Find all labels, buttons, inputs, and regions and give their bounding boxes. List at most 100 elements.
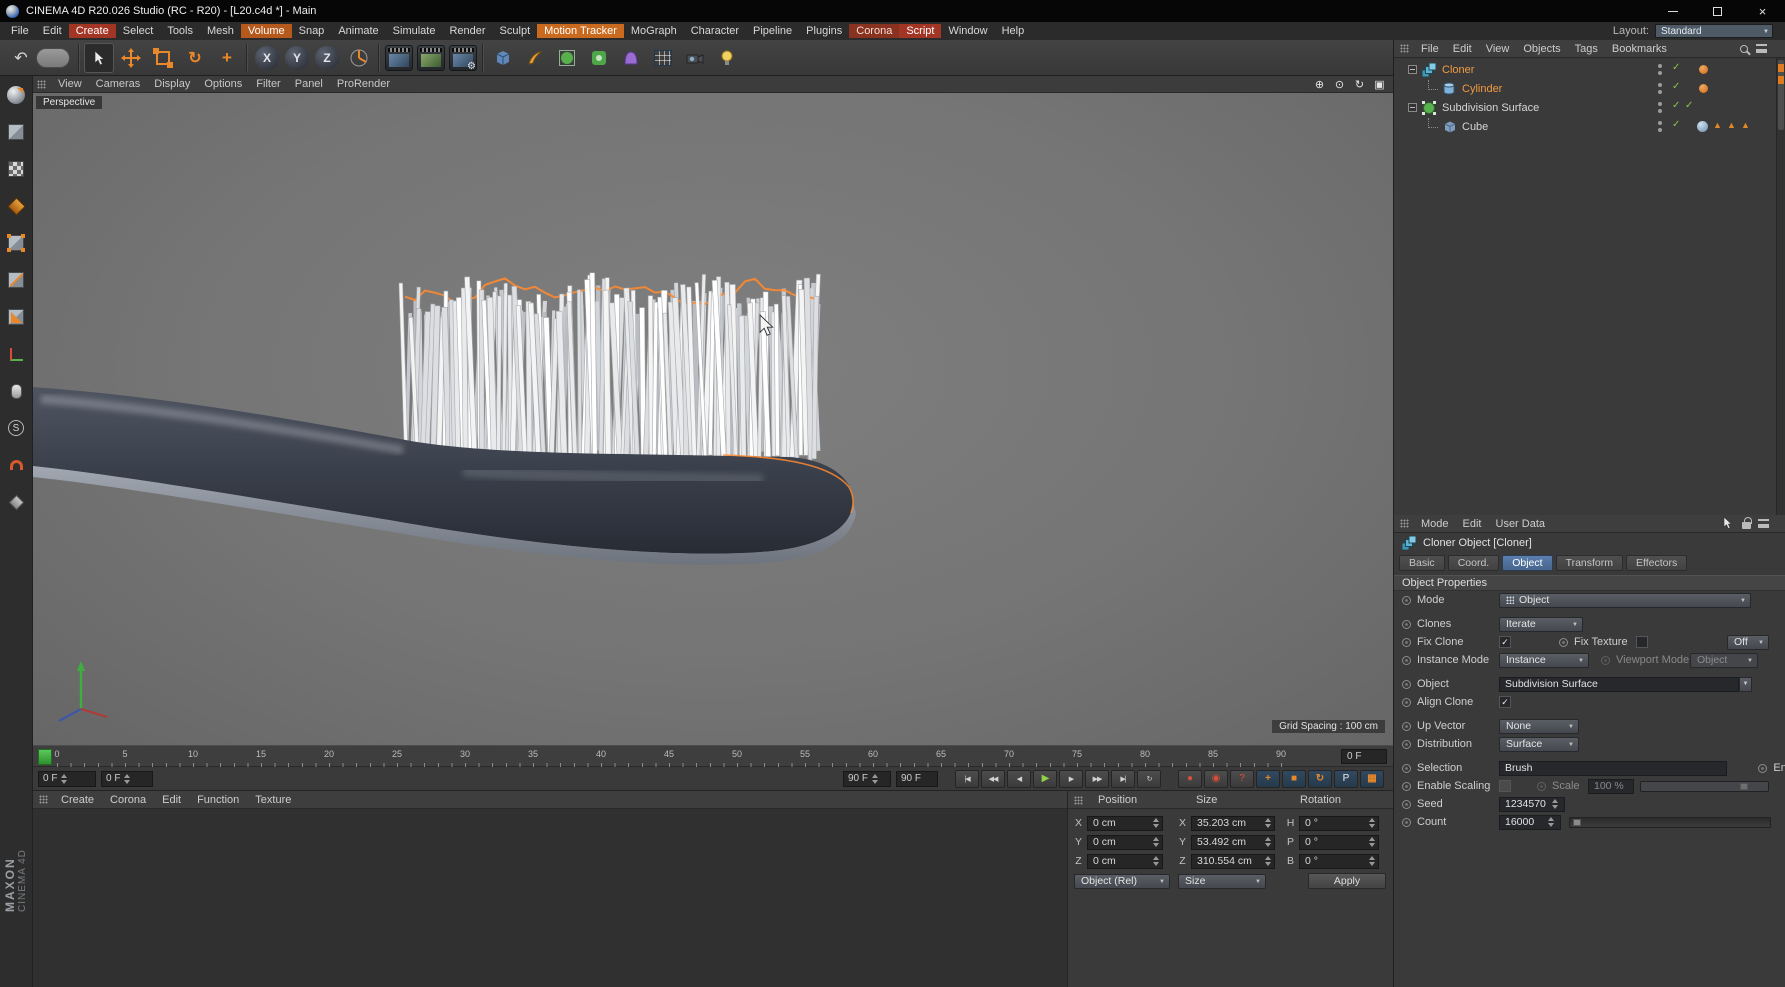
attribute-menu-item[interactable]: Edit bbox=[1456, 518, 1489, 530]
transport-button[interactable]: ▶| bbox=[1111, 770, 1135, 788]
keyframe-ring-icon[interactable] bbox=[1537, 782, 1546, 791]
edges-mode-button[interactable] bbox=[3, 267, 29, 293]
phong-tag-icon[interactable] bbox=[1697, 121, 1708, 132]
keyframe-ring-icon[interactable] bbox=[1559, 638, 1568, 647]
count-slider[interactable] bbox=[1569, 817, 1771, 828]
keyframe-ring-icon[interactable] bbox=[1402, 722, 1411, 731]
transport-button[interactable]: ▶▶ bbox=[1085, 770, 1109, 788]
record-button[interactable]: ? bbox=[1230, 770, 1254, 788]
minimize-button[interactable] bbox=[1650, 0, 1695, 22]
enable-axis-button[interactable] bbox=[3, 341, 29, 367]
attribute-tab[interactable]: Coord. bbox=[1448, 555, 1500, 571]
object-row-cylinder[interactable]: Cylinder ✓ bbox=[1394, 79, 1776, 98]
render-settings-button[interactable]: ⚙ bbox=[448, 43, 478, 73]
object-manager-menu-item[interactable]: Bookmarks bbox=[1605, 43, 1674, 55]
close-button[interactable]: × bbox=[1740, 0, 1785, 22]
menu-item[interactable]: Pipeline bbox=[746, 24, 799, 38]
menu-item[interactable]: Snap bbox=[292, 24, 332, 38]
object-manager-scrollbar[interactable] bbox=[1776, 58, 1785, 515]
ruler-scale[interactable]: 051015202530354045505560657075808590 bbox=[57, 746, 1347, 768]
seed-stepper[interactable] bbox=[1551, 798, 1559, 810]
attribute-tab[interactable]: Transform bbox=[1556, 555, 1623, 571]
scale-tool[interactable] bbox=[148, 43, 178, 73]
rotation-p-field[interactable]: 0 ° bbox=[1299, 835, 1379, 850]
rotate-tool[interactable]: ↻ bbox=[180, 43, 210, 73]
rotation-h-field[interactable]: 0 ° bbox=[1299, 816, 1379, 831]
live-selection-tool[interactable] bbox=[84, 43, 114, 73]
polygon-selection-tag-icon[interactable]: ▲ bbox=[1727, 120, 1736, 130]
keyframe-ring-icon[interactable] bbox=[1402, 782, 1411, 791]
frame-stepper[interactable] bbox=[60, 773, 68, 785]
distribution-dropdown[interactable]: Surface bbox=[1499, 737, 1579, 752]
visibility-dots-icon[interactable] bbox=[1658, 121, 1662, 125]
light-button[interactable] bbox=[712, 43, 742, 73]
playhead[interactable] bbox=[38, 749, 52, 765]
up-vector-dropdown[interactable]: None bbox=[1499, 719, 1579, 734]
x-axis-lock[interactable]: X bbox=[252, 43, 282, 73]
workplane-mode-button[interactable] bbox=[3, 193, 29, 219]
record-button[interactable]: ↻ bbox=[1308, 770, 1332, 788]
keyframe-ring-icon[interactable] bbox=[1402, 740, 1411, 749]
keyframe-ring-icon[interactable] bbox=[1402, 596, 1411, 605]
make-editable-button[interactable] bbox=[3, 82, 29, 108]
object-link-field[interactable]: Subdivision Surface bbox=[1499, 677, 1739, 692]
menu-item[interactable]: Script bbox=[899, 24, 941, 38]
panel-grip-icon[interactable] bbox=[39, 795, 48, 804]
range-end-field-2[interactable]: 90 F bbox=[896, 771, 938, 787]
transport-button[interactable]: ↻ bbox=[1137, 770, 1161, 788]
rotation-b-field[interactable]: 0 ° bbox=[1299, 854, 1379, 869]
menu-item[interactable]: Character bbox=[684, 24, 746, 38]
keyframe-ring-icon[interactable] bbox=[1402, 818, 1411, 827]
model-mode-button[interactable] bbox=[3, 119, 29, 145]
object-label[interactable]: Subdivision Surface bbox=[1442, 102, 1539, 114]
object-manager-menu-item[interactable]: File bbox=[1414, 43, 1446, 55]
menu-item[interactable]: Tools bbox=[160, 24, 200, 38]
last-used-tool[interactable]: + bbox=[212, 43, 242, 73]
panel-grip-icon[interactable] bbox=[1074, 796, 1083, 805]
enable-check-icon[interactable]: ✓ bbox=[1672, 81, 1680, 92]
visibility-dots-icon[interactable] bbox=[1658, 83, 1662, 87]
enable-check-icon[interactable]: ✓ bbox=[1672, 100, 1680, 111]
cube-primitive-button[interactable] bbox=[488, 43, 518, 73]
object-row-cube[interactable]: Cube ✓ ▲ ▲ ▲ bbox=[1394, 117, 1776, 136]
keyframe-ring-icon[interactable] bbox=[1402, 764, 1411, 773]
viewport-menu-item[interactable]: Panel bbox=[288, 78, 330, 90]
object-manager-menu-item[interactable]: View bbox=[1479, 43, 1517, 55]
object-row-subdivision-surface[interactable]: Subdivision Surface ✓ ✓ bbox=[1394, 98, 1776, 117]
attribute-tab[interactable]: Effectors bbox=[1626, 555, 1687, 571]
camera-view-label[interactable]: Perspective bbox=[36, 96, 102, 109]
menu-item[interactable]: Plugins bbox=[799, 24, 849, 38]
range-end-field[interactable]: 90 F bbox=[843, 771, 891, 787]
object-label[interactable]: Cloner bbox=[1442, 64, 1474, 76]
workplane-snap-button[interactable] bbox=[3, 489, 29, 515]
texture-mode-button[interactable] bbox=[3, 156, 29, 182]
viewport-menu-item[interactable]: Display bbox=[147, 78, 197, 90]
spline-pen-button[interactable] bbox=[520, 43, 550, 73]
menu-item[interactable]: Corona bbox=[849, 24, 899, 38]
lock-icon[interactable] bbox=[1742, 522, 1751, 529]
points-mode-button[interactable] bbox=[3, 230, 29, 256]
align-clone-checkbox[interactable]: ✓ bbox=[1499, 696, 1511, 708]
material-menu-item[interactable]: Function bbox=[189, 794, 247, 806]
transport-button[interactable]: ▶ bbox=[1033, 770, 1057, 788]
undo-button[interactable]: ↶ bbox=[6, 43, 36, 73]
apply-button[interactable]: Apply bbox=[1308, 873, 1386, 889]
coordinate-system-toggle[interactable] bbox=[344, 43, 374, 73]
y-axis-lock[interactable]: Y bbox=[282, 43, 312, 73]
viewport-nav-icon[interactable]: ⊙ bbox=[1332, 77, 1347, 92]
keyframe-ring-icon[interactable] bbox=[1402, 638, 1411, 647]
material-menu-item[interactable]: Create bbox=[53, 794, 102, 806]
fix-clone-checkbox[interactable]: ✓ bbox=[1499, 636, 1511, 648]
menu-item[interactable]: Volume bbox=[241, 24, 292, 38]
position-y-field[interactable]: 0 cm bbox=[1087, 835, 1163, 850]
object-label[interactable]: Cube bbox=[1462, 121, 1488, 133]
subdivision-surface-button[interactable] bbox=[552, 43, 582, 73]
enable-check-icon[interactable]: ✓ bbox=[1685, 100, 1693, 111]
menu-item[interactable]: Create bbox=[69, 24, 116, 38]
maximize-button[interactable] bbox=[1695, 0, 1740, 22]
viewport-menu-item[interactable]: ProRender bbox=[330, 78, 397, 90]
instance-mode-dropdown[interactable]: Instance bbox=[1499, 653, 1589, 668]
snap-button[interactable] bbox=[3, 452, 29, 478]
record-button[interactable]: ■ bbox=[1282, 770, 1306, 788]
keyframe-ring-icon[interactable] bbox=[1402, 656, 1411, 665]
